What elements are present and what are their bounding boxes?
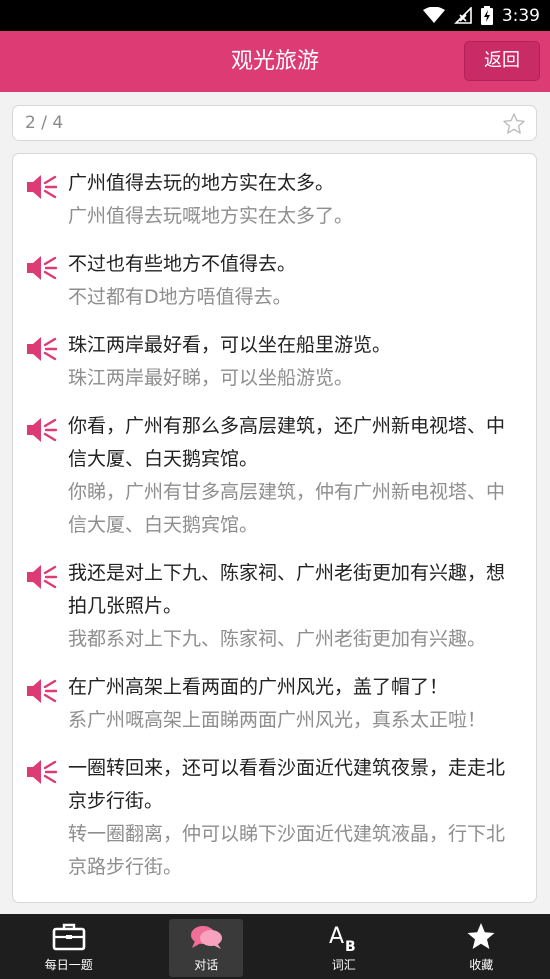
tab-dialogue[interactable]: 对话 (138, 914, 276, 979)
speaker-icon[interactable] (25, 417, 57, 443)
app-header: 观光旅游 返回 (0, 31, 550, 92)
speaker-icon[interactable] (25, 564, 57, 590)
cantonese-text: 我都系对上下九、陈家祠、广州老街更加有兴趣。 (68, 628, 487, 650)
cantonese-text: 系广州嘅高架上面睇两面广州风光，真系太正啦！ (68, 709, 487, 731)
tab-label: 词汇 (331, 958, 356, 972)
dialogue-entry: 我还是对上下九、陈家祠、广州老街更加有兴趣，想拍几张照片。 我都系对上下九、陈家… (13, 554, 536, 656)
svg-text:B: B (345, 939, 356, 952)
mandarin-text: 在广州高架上看两面的广州风光，盖了帽了！ (68, 676, 449, 698)
status-bar: 3:39 (0, 0, 550, 31)
no-signal-icon (453, 7, 472, 24)
dialogue-list: 广州值得去玩的地方实在太多。 广州值得去玩嘅地方实在太多了。 不过也有些地方不值… (12, 153, 537, 903)
bottom-tab-bar: 每日一题 对话 A B 词汇 收藏 (0, 914, 550, 979)
dialogue-entry: 你看，广州有那么多高层建筑，还广州新电视塔、中信大厦、白天鹅宾馆。 你睇，广州有… (13, 407, 536, 542)
tab-daily-question[interactable]: 每日一题 (0, 914, 138, 979)
speaker-icon[interactable] (25, 759, 57, 785)
wifi-icon (422, 7, 445, 23)
favorite-star-icon[interactable] (502, 112, 526, 136)
page-indicator: 2 / 4 (25, 113, 64, 133)
dialogue-entry: 珠江两岸最好看，可以坐在船里游览。 珠江两岸最好睇，可以坐船游览。 (13, 326, 536, 395)
back-button[interactable]: 返回 (464, 41, 540, 81)
chat-bubbles-icon (191, 926, 223, 949)
dialogue-entry: 一圈转回来，还可以看看沙面近代建筑夜景，走走北京步行街。 转一圈翻离，仲可以睇下… (13, 749, 536, 884)
star-icon (467, 923, 495, 949)
speaker-icon[interactable] (25, 174, 57, 200)
tab-label: 收藏 (469, 958, 494, 972)
cantonese-text: 珠江两岸最好睇，可以坐船游览。 (68, 367, 354, 389)
mandarin-text: 珠江两岸最好看，可以坐在船里游览。 (68, 334, 392, 356)
cantonese-text: 不过都有D地方唔值得去。 (68, 286, 292, 308)
cantonese-text: 转一圈翻离，仲可以睇下沙面近代建筑液晶，行下北京路步行街。 (68, 823, 506, 878)
speaker-icon[interactable] (25, 336, 57, 362)
tab-label: 每日一题 (44, 958, 93, 972)
battery-charging-icon (480, 6, 493, 25)
dialogue-entry: 不过也有些地方不值得去。 不过都有D地方唔值得去。 (13, 245, 536, 314)
briefcase-icon (52, 923, 86, 951)
ab-letters-icon: A B (329, 924, 356, 952)
mandarin-text: 不过也有些地方不值得去。 (68, 253, 297, 275)
dialogue-entry: 广州值得去玩的地方实在太多。 广州值得去玩嘅地方实在太多了。 (13, 164, 536, 233)
speaker-icon[interactable] (25, 678, 57, 704)
mandarin-text: 一圈转回来，还可以看看沙面近代建筑夜景，走走北京步行街。 (68, 757, 506, 812)
speaker-icon[interactable] (25, 255, 57, 281)
tab-favorites[interactable]: 收藏 (413, 914, 550, 979)
dialogue-entry: 在广州高架上看两面的广州风光，盖了帽了！ 系广州嘅高架上面睇两面广州风光，真系太… (13, 668, 536, 737)
tab-label: 对话 (194, 958, 219, 972)
status-time: 3:39 (501, 5, 540, 26)
status-icons: 3:39 (422, 0, 540, 31)
cantonese-text: 你睇，广州有甘多高层建筑，仲有广州新电视塔、中信大厦、白天鹅宾馆。 (68, 481, 506, 536)
cantonese-text: 广州值得去玩嘅地方实在太多了。 (68, 205, 354, 227)
mandarin-text: 我还是对上下九、陈家祠、广州老街更加有兴趣，想拍几张照片。 (68, 562, 506, 617)
mandarin-text: 广州值得去玩的地方实在太多。 (68, 172, 335, 194)
tab-vocabulary[interactable]: A B 词汇 (275, 914, 413, 979)
mandarin-text: 你看，广州有那么多高层建筑，还广州新电视塔、中信大厦、白天鹅宾馆。 (68, 415, 506, 470)
pager-bar: 2 / 4 (12, 105, 537, 141)
svg-text:A: A (329, 924, 344, 949)
